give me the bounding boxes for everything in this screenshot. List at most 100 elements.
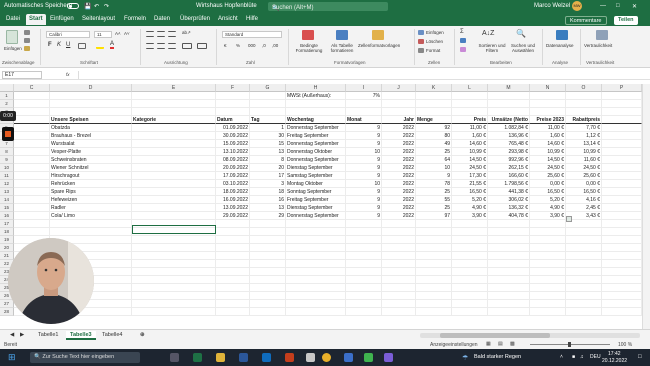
table-cell[interactable]: 2022 (382, 164, 416, 172)
table-cell[interactable]: 13.09.2022 (216, 204, 250, 212)
tab-hilfe[interactable]: Hilfe (246, 16, 258, 22)
save-icon[interactable]: 💾 (84, 3, 91, 10)
table-cell[interactable]: Donnerstag September (286, 212, 346, 220)
grid-cell[interactable] (250, 268, 286, 276)
table-cell[interactable] (132, 156, 216, 164)
table-cell[interactable]: 49 (416, 140, 452, 148)
table-cell[interactable]: 16,50 € (452, 188, 488, 196)
grid-cell[interactable] (286, 220, 346, 228)
column-header[interactable]: P (602, 84, 642, 92)
grid-cell[interactable] (382, 220, 416, 228)
underline-icon[interactable]: U (66, 42, 70, 48)
table-cell[interactable]: Wiener Schnitzel (50, 164, 132, 172)
table-cell[interactable]: 11,00 € (530, 124, 566, 132)
table-cell[interactable]: 306,02 € (488, 196, 530, 204)
grid-cell[interactable] (14, 100, 50, 108)
row-header[interactable]: 28 (0, 308, 14, 316)
language-indicator[interactable]: DEU (590, 354, 601, 360)
table-cell[interactable]: 92 (416, 124, 452, 132)
table-cell[interactable]: 64 (416, 156, 452, 164)
table-cell[interactable]: 13.10.2022 (216, 148, 250, 156)
grid-cell[interactable] (250, 300, 286, 308)
table-cell[interactable]: Donnerstag September (286, 124, 346, 132)
grid-cell[interactable] (14, 180, 50, 188)
maximize-icon[interactable]: □ (616, 3, 620, 9)
chrome-app-icon[interactable] (322, 353, 331, 362)
grid-cell[interactable] (602, 220, 642, 228)
grid-cell[interactable] (250, 220, 286, 228)
table-cell[interactable]: Dienstag September (286, 164, 346, 172)
table-cell[interactable]: 17 (250, 172, 286, 180)
grid-cell[interactable] (488, 100, 530, 108)
grid-cell[interactable] (530, 108, 566, 116)
table-header-cell[interactable]: Rabattpreis (566, 116, 602, 124)
table-cell[interactable] (132, 204, 216, 212)
grid-cell[interactable] (286, 276, 346, 284)
grid-cell[interactable] (286, 260, 346, 268)
grid-cell[interactable] (216, 108, 250, 116)
weather-icon[interactable]: ☂ (462, 354, 468, 362)
grid-cell[interactable] (602, 140, 642, 148)
conditional-format-label[interactable]: Bedingte Formatierung (294, 43, 324, 53)
table-cell[interactable]: 2022 (382, 212, 416, 220)
table-cell[interactable]: 20.09.2022 (216, 164, 250, 172)
table-cell[interactable]: 25 (416, 204, 452, 212)
grid-cell[interactable] (452, 268, 488, 276)
table-cell[interactable]: 08.09.2022 (216, 156, 250, 164)
table-cell[interactable]: 14,50 € (530, 156, 566, 164)
grid-cell[interactable] (382, 292, 416, 300)
row-header[interactable]: 20 (0, 244, 14, 252)
grid-cell[interactable] (602, 116, 642, 124)
close-icon[interactable]: ✕ (632, 3, 637, 10)
clock-date[interactable]: 20.12.2022 (602, 358, 627, 364)
table-cell[interactable]: 293,98 € (488, 148, 530, 156)
app-icon[interactable] (306, 353, 315, 362)
table-header-cell[interactable]: Preis (452, 116, 488, 124)
grid-cell[interactable] (452, 300, 488, 308)
grid-cell[interactable] (216, 228, 250, 236)
row-header[interactable]: 27 (0, 300, 14, 308)
grid-cell[interactable] (416, 228, 452, 236)
table-cell[interactable]: 30.09.2022 (216, 132, 250, 140)
table-cell[interactable]: 136,32 € (488, 204, 530, 212)
grid-cell[interactable] (382, 308, 416, 316)
table-cell[interactable]: 11,60 € (566, 156, 602, 164)
table-cell[interactable]: 9 (346, 156, 382, 164)
find-select-label[interactable]: Suchen und Auswählen (508, 43, 538, 53)
grid-cell[interactable] (14, 228, 50, 236)
table-cell[interactable]: Sonntag September (286, 188, 346, 196)
row-header[interactable]: 14 (0, 196, 14, 204)
grid-cell[interactable] (488, 228, 530, 236)
grid-cell[interactable] (286, 252, 346, 260)
grid-cell[interactable] (602, 156, 642, 164)
table-cell[interactable]: 7,70 € (566, 124, 602, 132)
italic-icon[interactable]: K (57, 42, 61, 48)
grid-cell[interactable] (382, 92, 416, 100)
autosum-icon[interactable]: Σ (460, 29, 464, 35)
thousands-icon[interactable]: 000 (248, 43, 256, 48)
table-cell[interactable]: 0,00 € (566, 180, 602, 188)
grid-cell[interactable] (14, 132, 50, 140)
notification-icon[interactable]: □ (638, 354, 642, 360)
grid-cell[interactable] (602, 236, 642, 244)
grid-cell[interactable] (416, 276, 452, 284)
table-cell[interactable]: 9 (346, 164, 382, 172)
grid-cell[interactable] (14, 220, 50, 228)
table-cell[interactable]: 13 (250, 148, 286, 156)
horizontal-scrollbar[interactable] (420, 333, 640, 338)
grid-cell[interactable] (346, 108, 382, 116)
table-cell[interactable]: 2022 (382, 204, 416, 212)
task-view-icon[interactable] (170, 353, 179, 362)
table-cell[interactable]: 10 (416, 164, 452, 172)
zoom-level[interactable]: 100 % (618, 342, 632, 348)
column-header[interactable]: C (14, 84, 50, 92)
border-icon[interactable] (78, 43, 86, 49)
grid-cell[interactable] (602, 124, 642, 132)
column-header[interactable]: M (488, 84, 530, 92)
table-cell[interactable]: 14,50 € (452, 156, 488, 164)
table-cell[interactable] (132, 124, 216, 132)
grid-cell[interactable] (382, 284, 416, 292)
vat-label[interactable]: MWSt (Außerhaus): (286, 92, 346, 100)
comments-button[interactable]: Kommentare (565, 16, 607, 25)
grid-cell[interactable] (602, 148, 642, 156)
